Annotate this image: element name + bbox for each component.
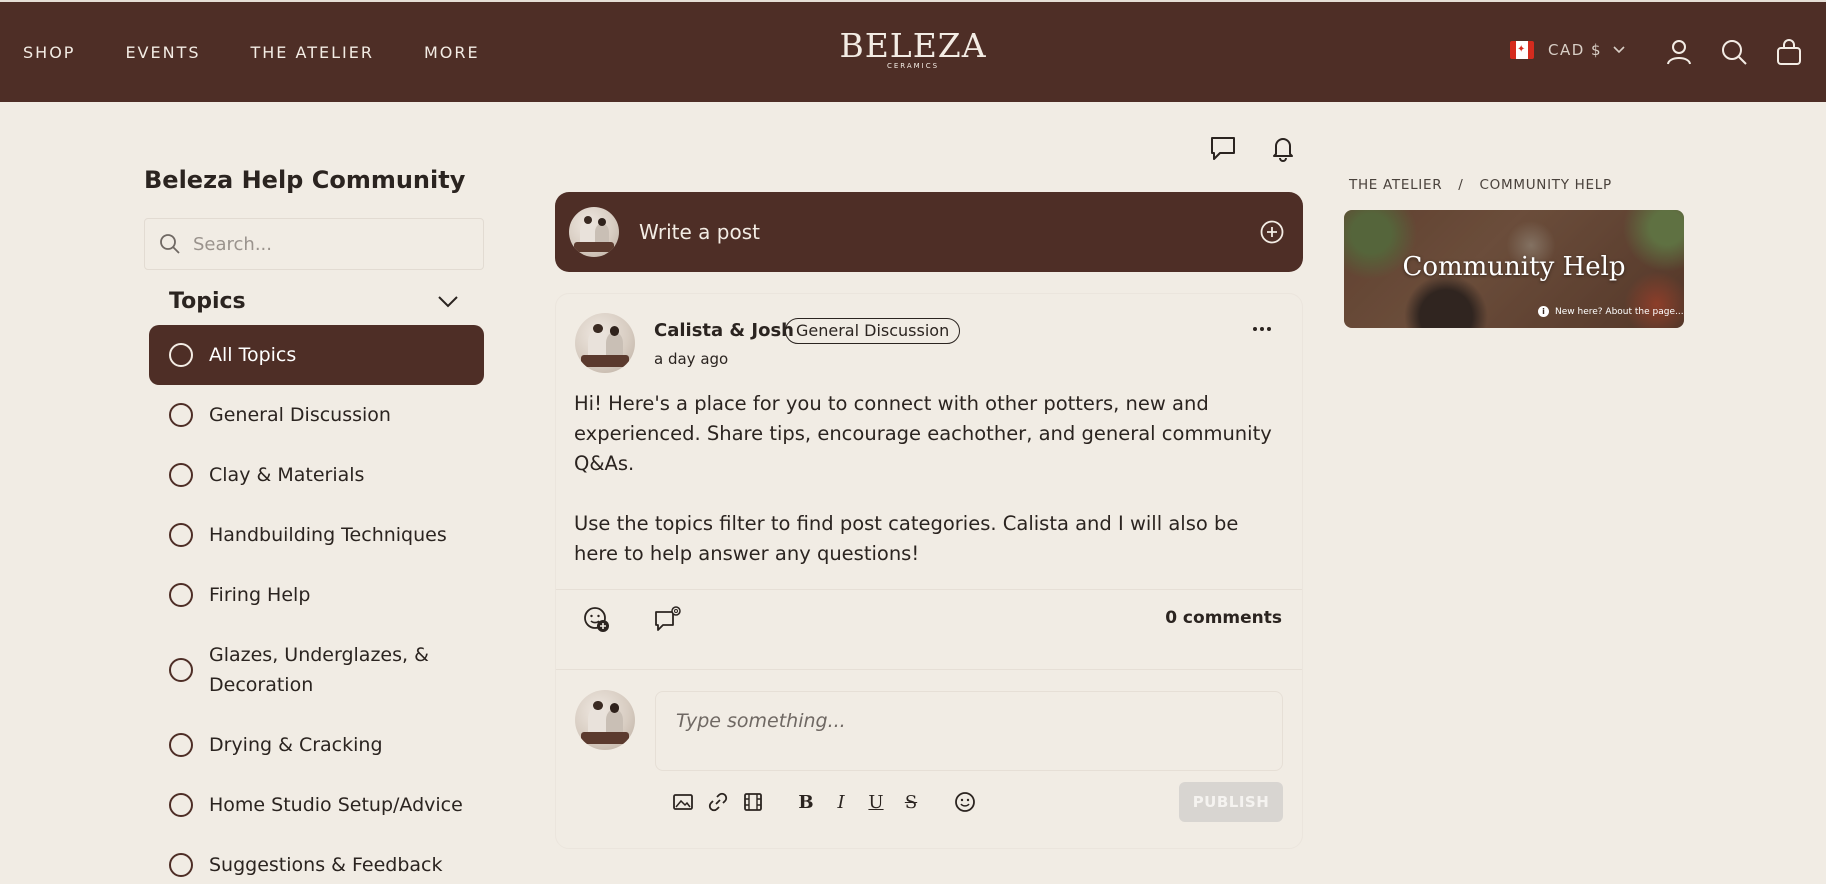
currency-selector[interactable]: ✦ CAD $ — [1510, 41, 1626, 59]
radio-circle-icon — [169, 523, 193, 547]
topics-toggle[interactable]: Topics — [169, 289, 459, 314]
search-input[interactable] — [193, 233, 463, 255]
breadcrumb-community-help[interactable]: COMMUNITY HELP — [1480, 177, 1612, 193]
topic-label: Firing Help — [209, 584, 311, 606]
topic-label: General Discussion — [209, 404, 391, 426]
topic-glazes-decoration[interactable]: Glazes, Underglazes, & Decoration — [149, 640, 484, 700]
topic-clay-materials[interactable]: Clay & Materials — [149, 460, 484, 490]
post-timestamp: a day ago — [654, 350, 729, 368]
post-category-badge[interactable]: General Discussion — [785, 318, 961, 344]
bold-icon[interactable]: B — [795, 791, 817, 813]
site-header: SHOP EVENTS THE ATELIER MORE BELEZA CERA… — [0, 0, 1826, 102]
radio-circle-icon — [169, 853, 193, 877]
mention-comment-icon[interactable] — [653, 604, 683, 634]
topic-handbuilding-techniques[interactable]: Handbuilding Techniques — [149, 520, 484, 550]
breadcrumb-separator: / — [1458, 177, 1464, 193]
topic-label: Suggestions & Feedback — [209, 854, 443, 876]
radio-circle-icon — [169, 733, 193, 757]
more-options-icon[interactable] — [1248, 316, 1276, 342]
banner-note-text: New here? About the page... — [1555, 306, 1684, 317]
post-author[interactable]: Calista & Josh — [654, 320, 794, 341]
logo-wordmark: BELEZA — [839, 26, 987, 65]
community-title: Beleza Help Community — [144, 166, 466, 194]
topic-label: Home Studio Setup/Advice — [209, 794, 463, 816]
bell-icon[interactable] — [1268, 133, 1298, 163]
radio-circle-icon — [169, 403, 193, 427]
account-icon[interactable] — [1665, 38, 1693, 66]
topic-home-studio[interactable]: Home Studio Setup/Advice — [149, 790, 484, 820]
radio-circle-icon — [169, 583, 193, 607]
post-paragraph: Hi! Here's a place for you to connect wi… — [574, 392, 1272, 475]
main-nav: SHOP EVENTS THE ATELIER MORE — [23, 43, 530, 62]
add-reaction-icon[interactable] — [581, 604, 611, 634]
chevron-down-icon — [1613, 46, 1625, 54]
chevron-down-icon — [438, 295, 458, 307]
topic-suggestions-feedback[interactable]: Suggestions & Feedback — [149, 850, 484, 880]
plus-circle-icon[interactable] — [1260, 220, 1284, 244]
write-post-bar[interactable]: Write a post — [555, 192, 1303, 272]
comment-input[interactable] — [656, 692, 1282, 770]
comment-box[interactable] — [655, 691, 1283, 771]
chat-bubble-icon[interactable] — [1208, 133, 1238, 163]
topic-label: Drying & Cracking — [209, 734, 383, 756]
nav-more[interactable]: MORE — [424, 43, 480, 62]
topic-general-discussion[interactable]: General Discussion — [149, 400, 484, 430]
search-icon[interactable] — [1720, 38, 1748, 66]
topic-all-topics[interactable]: All Topics — [149, 325, 484, 385]
publish-button[interactable]: PUBLISH — [1179, 782, 1283, 822]
commenter-avatar — [575, 690, 635, 750]
post-paragraph: Use the topics filter to find post categ… — [574, 512, 1239, 565]
search-box[interactable] — [144, 218, 484, 270]
radio-circle-icon — [169, 793, 193, 817]
user-avatar — [569, 207, 619, 257]
currency-label: CAD $ — [1548, 41, 1603, 59]
cart-icon[interactable] — [1775, 38, 1803, 66]
topic-label: Clay & Materials — [209, 464, 365, 486]
image-icon[interactable] — [672, 791, 694, 813]
topic-label: All Topics — [209, 344, 297, 366]
nav-events[interactable]: EVENTS — [125, 43, 200, 62]
italic-icon[interactable]: I — [830, 791, 852, 813]
topic-label: Glazes, Underglazes, & Decoration — [209, 644, 429, 696]
write-post-label: Write a post — [639, 220, 760, 244]
canada-flag-icon: ✦ — [1510, 41, 1534, 59]
banner-title: Community Help — [1402, 252, 1626, 282]
nav-the-atelier[interactable]: THE ATELIER — [251, 43, 374, 62]
search-icon — [160, 234, 180, 254]
comments-count[interactable]: 0 comments — [1100, 608, 1282, 628]
emoji-icon[interactable] — [954, 791, 976, 813]
breadcrumb: THE ATELIER / COMMUNITY HELP — [1349, 177, 1612, 193]
author-avatar[interactable] — [575, 313, 635, 373]
strikethrough-icon[interactable]: S — [900, 791, 922, 813]
radio-circle-icon — [169, 463, 193, 487]
radio-circle-icon — [169, 658, 193, 682]
breadcrumb-the-atelier[interactable]: THE ATELIER — [1349, 177, 1442, 193]
topics-heading: Topics — [169, 289, 246, 314]
underline-icon[interactable]: U — [865, 791, 887, 813]
topic-label: Handbuilding Techniques — [209, 524, 447, 546]
divider — [556, 669, 1302, 670]
banner-note[interactable]: i New here? About the page... — [1538, 306, 1684, 317]
divider — [556, 589, 1302, 590]
radio-circle-icon — [169, 343, 193, 367]
brand-logo[interactable]: BELEZA CERAMICS — [838, 26, 988, 71]
topic-firing-help[interactable]: Firing Help — [149, 580, 484, 610]
post-body: Hi! Here's a place for you to connect wi… — [574, 389, 1284, 599]
link-icon[interactable] — [707, 791, 729, 813]
video-icon[interactable] — [742, 791, 764, 813]
info-icon: i — [1538, 306, 1549, 317]
nav-shop[interactable]: SHOP — [23, 43, 75, 62]
topic-drying-cracking[interactable]: Drying & Cracking — [149, 730, 484, 760]
community-help-banner[interactable]: Community Help i New here? About the pag… — [1344, 210, 1684, 328]
